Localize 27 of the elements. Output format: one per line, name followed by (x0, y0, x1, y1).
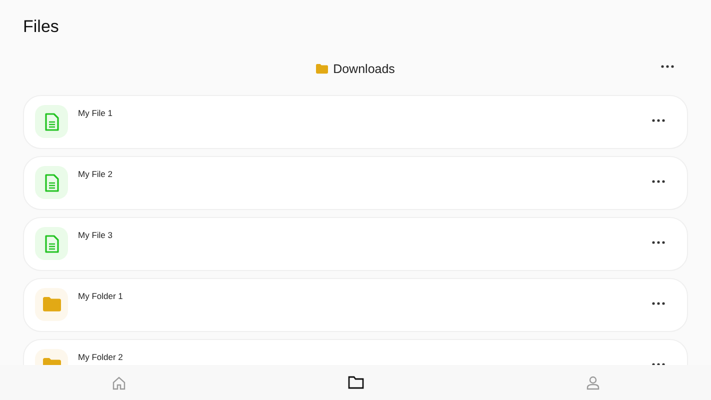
nav-tab[interactable] (346, 374, 366, 391)
home-icon (112, 376, 126, 390)
item-name: My Folder 2 (78, 352, 124, 362)
list-item[interactable]: My File 1 (23, 95, 688, 149)
list-item[interactable]: My Folder 2 (23, 339, 688, 365)
breadcrumb[interactable]: Downloads (316, 62, 395, 76)
list-item[interactable]: My File 2 (23, 156, 688, 210)
item-name: My File 3 (78, 230, 114, 240)
more-icon (652, 119, 665, 122)
list-item[interactable]: My Folder 1 (23, 278, 688, 332)
document-icon (44, 174, 58, 192)
list-item[interactable]: My File 3 (23, 217, 688, 271)
more-icon (652, 302, 665, 305)
folder-icon (348, 376, 364, 389)
folder-name: Downloads (333, 62, 395, 76)
page-title: Files (22, 16, 60, 38)
item-name: My File 2 (78, 169, 114, 179)
more-icon (652, 180, 665, 183)
user-icon (586, 376, 600, 390)
item-name: My Folder 1 (78, 291, 124, 301)
more-icon (661, 65, 674, 68)
more-icon (652, 241, 665, 244)
document-icon (44, 112, 58, 130)
folder-icon (42, 297, 60, 312)
folder-icon (316, 64, 328, 74)
document-icon (44, 234, 58, 252)
item-name: My File 1 (78, 108, 114, 118)
